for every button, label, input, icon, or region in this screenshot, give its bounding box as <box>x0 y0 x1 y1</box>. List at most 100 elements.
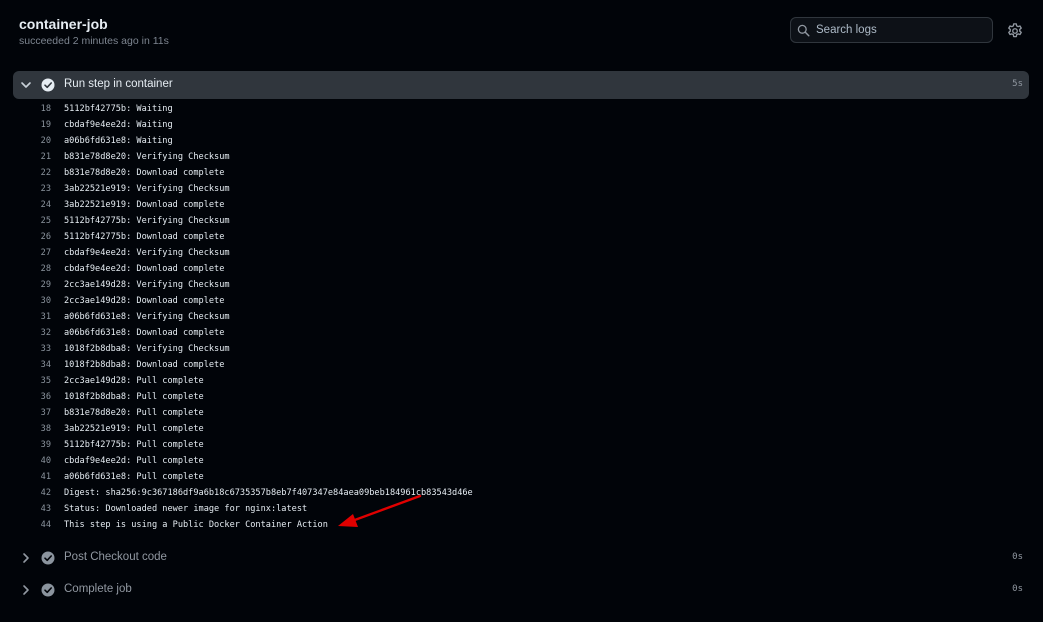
search-icon <box>797 24 810 37</box>
check-circle-icon <box>41 583 55 597</box>
log-line: 27 cbdaf9e4ee2d: Verifying Checksum <box>30 245 1020 261</box>
log-line-number[interactable]: 25 <box>30 213 51 229</box>
log-line-number[interactable]: 34 <box>30 357 51 373</box>
log-line-text: 2cc3ae149d28: Pull complete <box>64 376 204 386</box>
log-line-text: cbdaf9e4ee2d: Verifying Checksum <box>64 248 230 258</box>
log-line-number[interactable]: 23 <box>30 181 51 197</box>
step-run-step-in-container[interactable]: Run step in container 5s <box>13 71 1029 99</box>
log-line-text: 1018f2b8dba8: Verifying Checksum <box>64 344 230 354</box>
log-line-number[interactable]: 28 <box>30 261 51 277</box>
log-line-number[interactable]: 20 <box>30 133 51 149</box>
log-line: 34 1018f2b8dba8: Download complete <box>30 357 1020 373</box>
check-circle-icon <box>41 551 55 565</box>
log-line-text: 2cc3ae149d28: Download complete <box>64 296 225 306</box>
log-line-number[interactable]: 22 <box>30 165 51 181</box>
log-output: 18 5112bf42775b: Waiting 19 cbdaf9e4ee2d: W… <box>30 101 1020 533</box>
log-line-text: b831e78d8e20: Verifying Checksum <box>64 152 230 162</box>
search-logs-box[interactable] <box>790 17 993 43</box>
job-header: container-job succeeded 2 minutes ago in… <box>0 0 1043 62</box>
log-line: 43 Status: Downloaded newer image for ngi… <box>30 501 1020 517</box>
log-line: 32 a06b6fd631e8: Download complete <box>30 325 1020 341</box>
log-line: 25 5112bf42775b: Verifying Checksum <box>30 213 1020 229</box>
log-line-text: 5112bf42775b: Download complete <box>64 232 225 242</box>
job-status: succeeded <box>19 35 70 47</box>
job-time-ago: 2 minutes ago <box>72 35 139 47</box>
search-logs-input[interactable] <box>816 18 986 42</box>
log-line-text: 2cc3ae149d28: Verifying Checksum <box>64 280 230 290</box>
log-line: 40 cbdaf9e4ee2d: Pull complete <box>30 453 1020 469</box>
chevron-right-icon <box>23 553 29 563</box>
log-line-number[interactable]: 21 <box>30 149 51 165</box>
log-line-number[interactable]: 18 <box>30 101 51 117</box>
log-line-number[interactable]: 44 <box>30 517 51 533</box>
log-line: 38 3ab22521e919: Pull complete <box>30 421 1020 437</box>
log-line: 20 a06b6fd631e8: Waiting <box>30 133 1020 149</box>
log-line-number[interactable]: 38 <box>30 421 51 437</box>
log-line: 18 5112bf42775b: Waiting <box>30 101 1020 117</box>
log-line-number[interactable]: 32 <box>30 325 51 341</box>
step-duration: 0s <box>1012 552 1023 562</box>
log-line-number[interactable]: 26 <box>30 229 51 245</box>
step-post-checkout-code[interactable]: Post Checkout code 0s <box>13 544 1029 572</box>
log-line-text: 1018f2b8dba8: Download complete <box>64 360 225 370</box>
log-line: 39 5112bf42775b: Pull complete <box>30 437 1020 453</box>
log-line-number[interactable]: 24 <box>30 197 51 213</box>
log-line-number[interactable]: 35 <box>30 373 51 389</box>
log-line-text: cbdaf9e4ee2d: Download complete <box>64 264 225 274</box>
step-name: Run step in container <box>64 78 173 90</box>
log-line: 37 b831e78d8e20: Pull complete <box>30 405 1020 421</box>
log-line: 26 5112bf42775b: Download complete <box>30 229 1020 245</box>
chevron-right-icon <box>23 585 29 595</box>
log-line-text: 3ab22521e919: Download complete <box>64 200 225 210</box>
log-line-text: a06b6fd631e8: Pull complete <box>64 472 204 482</box>
log-line: 28 cbdaf9e4ee2d: Download complete <box>30 261 1020 277</box>
log-line-text: This step is using a Public Docker Conta… <box>64 520 328 530</box>
log-line-number[interactable]: 36 <box>30 389 51 405</box>
log-line-number[interactable]: 31 <box>30 309 51 325</box>
log-line: 44 This step is using a Public Docker Con… <box>30 517 1020 533</box>
step-complete-job[interactable]: Complete job 0s <box>13 576 1029 604</box>
log-line-text: b831e78d8e20: Pull complete <box>64 408 204 418</box>
log-line: 36 1018f2b8dba8: Pull complete <box>30 389 1020 405</box>
log-line-number[interactable]: 40 <box>30 453 51 469</box>
check-circle-icon <box>41 78 55 92</box>
log-line-number[interactable]: 33 <box>30 341 51 357</box>
log-line-text: a06b6fd631e8: Verifying Checksum <box>64 312 230 322</box>
log-line-text: 5112bf42775b: Verifying Checksum <box>64 216 230 226</box>
log-line-number[interactable]: 39 <box>30 437 51 453</box>
log-line-text: 3ab22521e919: Verifying Checksum <box>64 184 230 194</box>
log-line-number[interactable]: 41 <box>30 469 51 485</box>
log-line-text: Digest: sha256:9c367186df9a6b18c6735357b… <box>64 488 473 498</box>
log-line-text: b831e78d8e20: Download complete <box>64 168 225 178</box>
log-line-text: 3ab22521e919: Pull complete <box>64 424 204 434</box>
gear-icon[interactable] <box>1006 22 1024 40</box>
log-line: 22 b831e78d8e20: Download complete <box>30 165 1020 181</box>
step-name: Complete job <box>64 583 132 595</box>
log-line: 19 cbdaf9e4ee2d: Waiting <box>30 117 1020 133</box>
log-line: 21 b831e78d8e20: Verifying Checksum <box>30 149 1020 165</box>
log-line: 30 2cc3ae149d28: Download complete <box>30 293 1020 309</box>
log-line-number[interactable]: 42 <box>30 485 51 501</box>
log-line-text: a06b6fd631e8: Waiting <box>64 136 173 146</box>
log-line-number[interactable]: 19 <box>30 117 51 133</box>
log-line-number[interactable]: 29 <box>30 277 51 293</box>
job-log-panel: container-job succeeded 2 minutes ago in… <box>0 0 1043 622</box>
step-duration: 5s <box>1012 79 1023 89</box>
job-summary: succeeded 2 minutes ago in 11s <box>19 35 169 47</box>
job-duration-prefix: in <box>141 35 150 47</box>
log-line: 33 1018f2b8dba8: Verifying Checksum <box>30 341 1020 357</box>
log-line: 42 Digest: sha256:9c367186df9a6b18c673535… <box>30 485 1020 501</box>
log-line-text: cbdaf9e4ee2d: Waiting <box>64 120 173 130</box>
log-line-text: Status: Downloaded newer image for nginx… <box>64 504 308 514</box>
log-line-text: a06b6fd631e8: Download complete <box>64 328 225 338</box>
log-line-number[interactable]: 37 <box>30 405 51 421</box>
log-line-text: 1018f2b8dba8: Pull complete <box>64 392 204 402</box>
log-line-number[interactable]: 43 <box>30 501 51 517</box>
job-duration: 11s <box>152 35 169 47</box>
log-line-number[interactable]: 30 <box>30 293 51 309</box>
log-line: 24 3ab22521e919: Download complete <box>30 197 1020 213</box>
job-title: container-job <box>19 16 108 32</box>
log-line: 35 2cc3ae149d28: Pull complete <box>30 373 1020 389</box>
log-line-text: 5112bf42775b: Waiting <box>64 104 173 114</box>
log-line-number[interactable]: 27 <box>30 245 51 261</box>
